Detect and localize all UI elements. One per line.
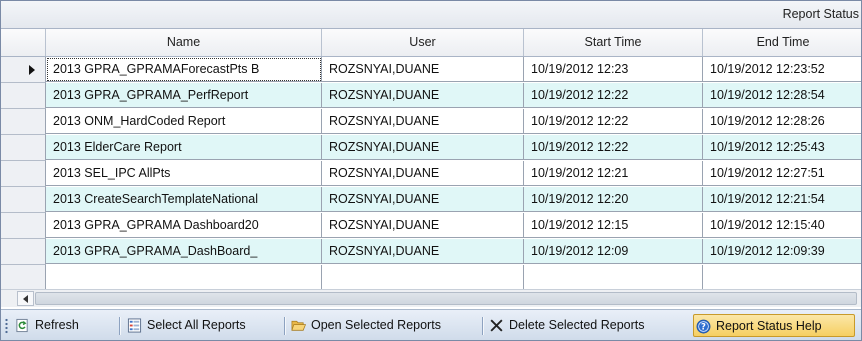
scrollbar-thumb[interactable]: [35, 292, 857, 305]
column-header-end-time[interactable]: End Time: [703, 29, 861, 56]
cell-end-time[interactable]: [703, 265, 861, 289]
table-row[interactable]: 2013 GPRA_GPRAMA Dashboard20 ROZSNYAI,DU…: [1, 213, 861, 239]
cell-start-time[interactable]: 10/19/2012 12:22: [524, 109, 703, 134]
table-row[interactable]: 2013 GPRA_GPRAMA_PerfReport ROZSNYAI,DUA…: [1, 83, 861, 109]
refresh-button[interactable]: Refresh: [13, 314, 83, 337]
row-selector[interactable]: [1, 161, 46, 187]
scrollbar-corner: [1, 290, 16, 307]
cell-user[interactable]: [322, 265, 524, 289]
cell-name[interactable]: [46, 265, 322, 289]
column-header-start-time[interactable]: Start Time: [524, 29, 703, 56]
grid-caption: Report Status: [782, 7, 859, 21]
cell-start-time[interactable]: 10/19/2012 12:15: [524, 213, 703, 238]
cell-name[interactable]: 2013 GPRA_GPRAMAForecastPts B: [46, 57, 322, 82]
cell-user[interactable]: ROZSNYAI,DUANE: [322, 161, 524, 186]
row-selector[interactable]: [1, 135, 46, 161]
current-row-arrow-icon: [29, 65, 35, 75]
row-selector[interactable]: [1, 109, 46, 135]
select-all-reports-label: Select All Reports: [147, 318, 246, 332]
report-grid: 2013 GPRA_GPRAMAForecastPts B ROZSNYAI,D…: [1, 57, 861, 289]
cell-end-time[interactable]: 10/19/2012 12:28:54: [703, 83, 861, 108]
cell-start-time[interactable]: 10/19/2012 12:22: [524, 83, 703, 108]
delete-selected-reports-button[interactable]: Delete Selected Reports: [487, 314, 649, 337]
cell-name[interactable]: 2013 GPRA_GPRAMA_PerfReport: [46, 83, 322, 108]
delete-x-icon: [490, 319, 503, 332]
cell-user[interactable]: ROZSNYAI,DUANE: [322, 239, 524, 264]
open-selected-reports-button[interactable]: Open Selected Reports: [289, 314, 445, 337]
table-row[interactable]: 2013 CreateSearchTemplateNational ROZSNY…: [1, 187, 861, 213]
cell-name[interactable]: 2013 SEL_IPC AllPts: [46, 161, 322, 186]
toolbar-divider: [119, 317, 120, 335]
toolbar-divider: [284, 317, 285, 335]
cell-end-time[interactable]: 10/19/2012 12:21:54: [703, 187, 861, 212]
table-row-partial[interactable]: [1, 265, 861, 289]
table-row[interactable]: 2013 GPRA_GPRAMA_DashBoard_ ROZSNYAI,DUA…: [1, 239, 861, 265]
checklist-icon: [127, 318, 142, 333]
cell-user[interactable]: ROZSNYAI,DUANE: [322, 57, 524, 82]
help-icon: ?: [696, 319, 711, 334]
cell-end-time[interactable]: 10/19/2012 12:28:26: [703, 109, 861, 134]
column-header-name[interactable]: Name: [46, 29, 322, 56]
column-header-user[interactable]: User: [322, 29, 524, 56]
row-selector[interactable]: [1, 57, 46, 83]
toolbar-divider: [482, 317, 483, 335]
row-selector[interactable]: [1, 265, 46, 289]
table-row[interactable]: 2013 ElderCare Report ROZSNYAI,DUANE 10/…: [1, 135, 861, 161]
row-selector[interactable]: [1, 83, 46, 109]
cell-start-time[interactable]: 10/19/2012 12:20: [524, 187, 703, 212]
delete-selected-reports-label: Delete Selected Reports: [509, 318, 645, 332]
grid-caption-bar: Report Status: [1, 1, 861, 29]
cell-user[interactable]: ROZSNYAI,DUANE: [322, 135, 524, 160]
cell-name[interactable]: 2013 GPRA_GPRAMA_DashBoard_: [46, 239, 322, 264]
cell-end-time[interactable]: 10/19/2012 12:09:39: [703, 239, 861, 264]
row-selector[interactable]: [1, 187, 46, 213]
row-selector[interactable]: [1, 239, 46, 265]
cell-name[interactable]: 2013 ElderCare Report: [46, 135, 322, 160]
report-status-help-button[interactable]: ? Report Status Help: [693, 314, 855, 337]
refresh-icon: [16, 318, 28, 333]
cell-end-time[interactable]: 10/19/2012 12:23:52: [703, 57, 861, 82]
table-row[interactable]: 2013 GPRA_GPRAMAForecastPts B ROZSNYAI,D…: [1, 57, 861, 83]
toolbar-grip-icon[interactable]: [5, 318, 8, 334]
cell-user[interactable]: ROZSNYAI,DUANE: [322, 187, 524, 212]
scroll-left-button[interactable]: [17, 291, 34, 306]
cell-start-time[interactable]: 10/19/2012 12:21: [524, 161, 703, 186]
report-status-help-label: Report Status Help: [716, 319, 822, 333]
row-selector-header: [1, 29, 46, 56]
table-row[interactable]: 2013 SEL_IPC AllPts ROZSNYAI,DUANE 10/19…: [1, 161, 861, 187]
open-selected-reports-label: Open Selected Reports: [311, 318, 441, 332]
row-selector[interactable]: [1, 213, 46, 239]
cell-name[interactable]: 2013 ONM_HardCoded Report: [46, 109, 322, 134]
cell-end-time[interactable]: 10/19/2012 12:25:43: [703, 135, 861, 160]
cell-start-time[interactable]: [524, 265, 703, 289]
cell-name[interactable]: 2013 GPRA_GPRAMA Dashboard20: [46, 213, 322, 238]
horizontal-scrollbar[interactable]: [1, 289, 861, 307]
svg-text:?: ?: [701, 322, 706, 332]
report-status-window: Report Status Name User Start Time End T…: [0, 0, 862, 341]
cell-user[interactable]: ROZSNYAI,DUANE: [322, 213, 524, 238]
cell-user[interactable]: ROZSNYAI,DUANE: [322, 83, 524, 108]
cell-user[interactable]: ROZSNYAI,DUANE: [322, 109, 524, 134]
cell-start-time[interactable]: 10/19/2012 12:09: [524, 239, 703, 264]
cell-start-time[interactable]: 10/19/2012 12:22: [524, 135, 703, 160]
folder-open-icon: [291, 320, 306, 331]
cell-start-time[interactable]: 10/19/2012 12:23: [524, 57, 703, 82]
refresh-label: Refresh: [35, 318, 79, 332]
chevron-left-icon: [23, 295, 28, 303]
cell-end-time[interactable]: 10/19/2012 12:15:40: [703, 213, 861, 238]
report-toolbar: Refresh Select All Reports Open Selected…: [1, 309, 861, 340]
cell-name[interactable]: 2013 CreateSearchTemplateNational: [46, 187, 322, 212]
table-row[interactable]: 2013 ONM_HardCoded Report ROZSNYAI,DUANE…: [1, 109, 861, 135]
select-all-reports-button[interactable]: Select All Reports: [125, 314, 250, 337]
cell-end-time[interactable]: 10/19/2012 12:27:51: [703, 161, 861, 186]
column-header-row: Name User Start Time End Time: [1, 29, 861, 57]
